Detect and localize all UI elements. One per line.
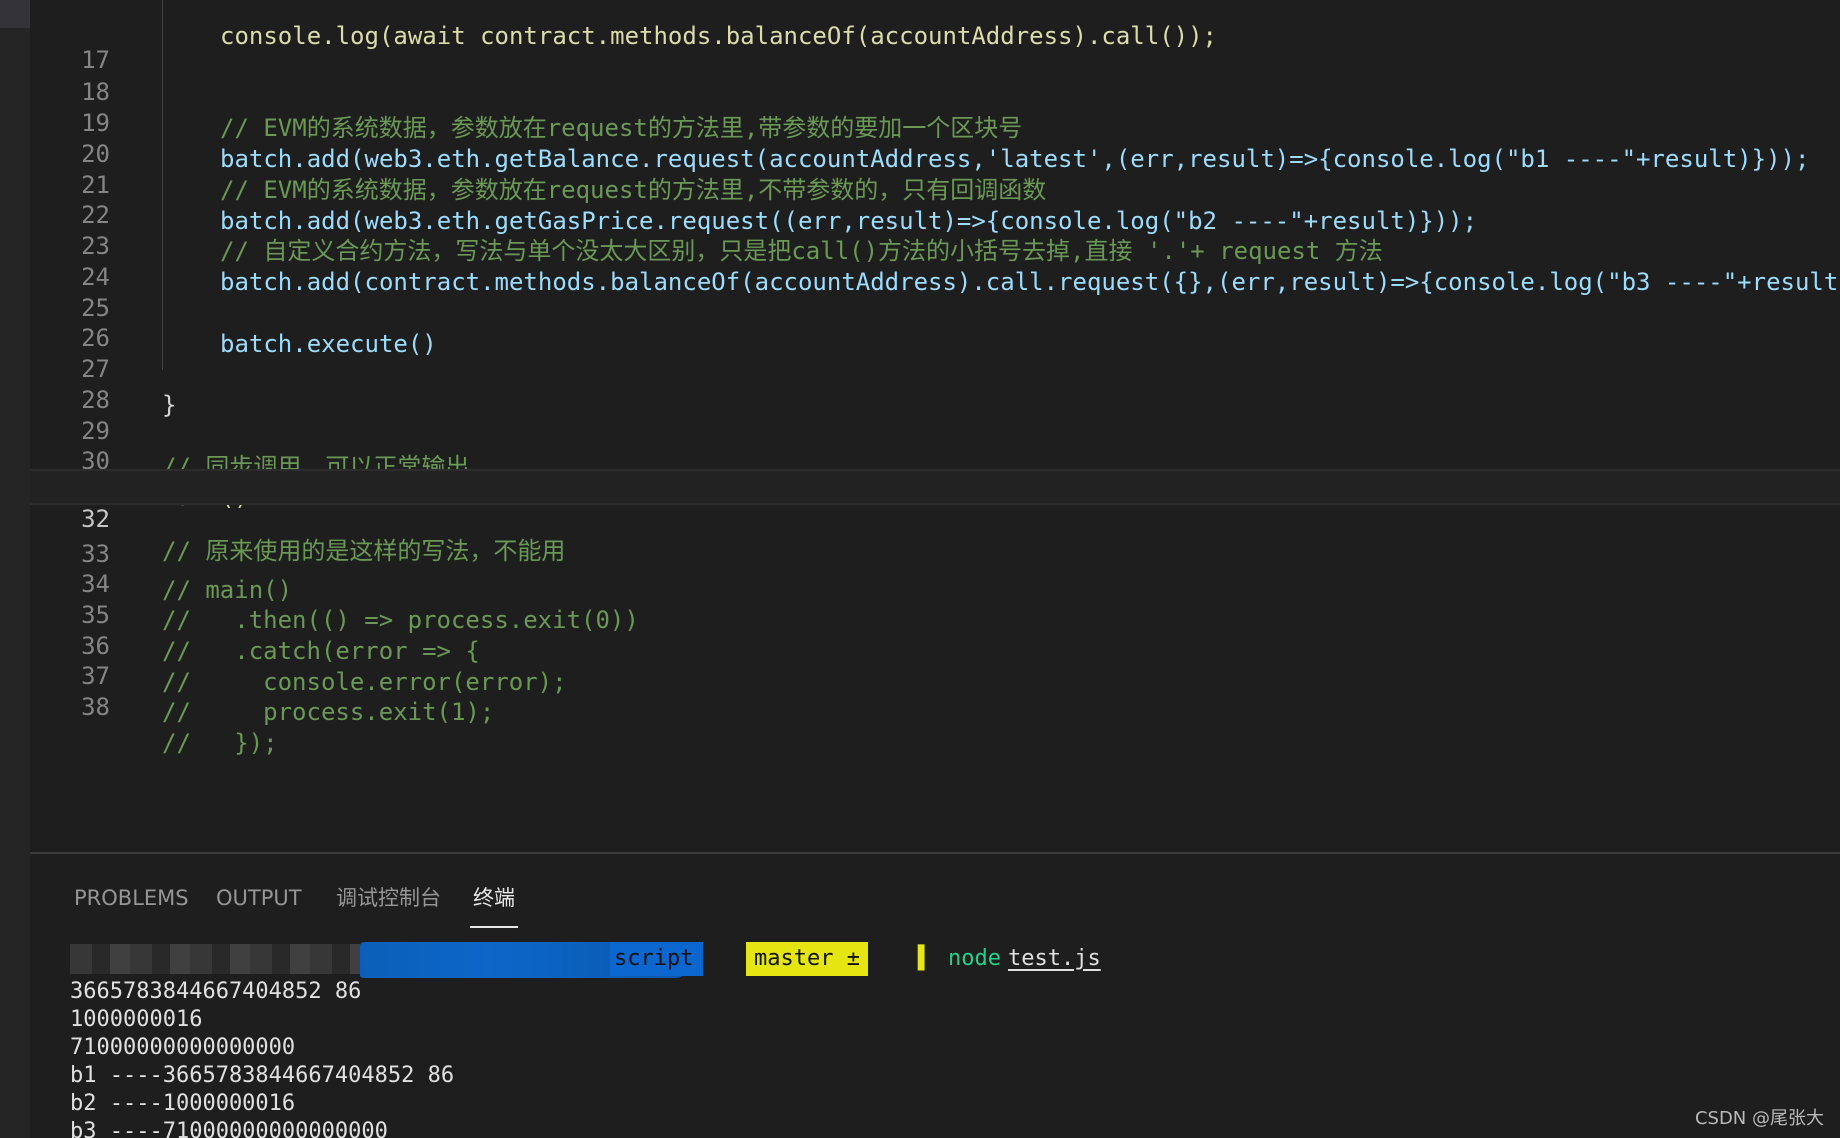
tab-debug-console[interactable]: 调试控制台	[336, 872, 441, 928]
tab-output[interactable]: OUTPUT	[216, 872, 302, 928]
terminal[interactable]: script master ± ▌ node test.js 366578384…	[70, 942, 1830, 1138]
activity-bar	[0, 0, 30, 1138]
code-comment: // });	[162, 729, 278, 757]
line-number: 38	[81, 693, 110, 721]
terminal-output-line: b1 ----3665783844667404852 86	[70, 1063, 455, 1088]
tab-problems[interactable]: PROBLEMS	[74, 872, 189, 928]
prompt-git-branch-segment: master ±	[746, 942, 868, 976]
code-editor[interactable]: console.log(await contract.methods.balan…	[30, 0, 1840, 852]
vscode-window: console.log(await contract.methods.balan…	[0, 0, 1840, 1138]
terminal-output-line: 71000000000000000	[70, 1035, 296, 1060]
terminal-command-arg[interactable]: test.js	[1008, 942, 1101, 976]
code-line: 17	[30, 6, 1840, 74]
bottom-panel: PROBLEMS OUTPUT 调试控制台 终端 script master ±…	[30, 852, 1840, 1138]
terminal-output-line: b3 ----71000000000000000	[70, 1119, 388, 1138]
tab-terminal[interactable]: 终端	[470, 872, 518, 928]
activity-bar-active-item[interactable]	[0, 0, 30, 28]
terminal-output-line: b2 ----1000000016	[70, 1091, 296, 1116]
prompt-path-segment: script	[610, 942, 704, 976]
csdn-watermark: CSDN @尾张大	[1694, 1108, 1824, 1129]
code-line: 38 // });	[30, 653, 1840, 757]
terminal-output-line: 1000000016	[70, 1007, 203, 1032]
terminal-command: node	[948, 946, 1001, 971]
terminal-output-line: 3665783844667404852 86	[70, 979, 362, 1004]
prompt-arrow-icon: ▌	[918, 946, 932, 971]
redacted-user-segment	[70, 944, 360, 974]
